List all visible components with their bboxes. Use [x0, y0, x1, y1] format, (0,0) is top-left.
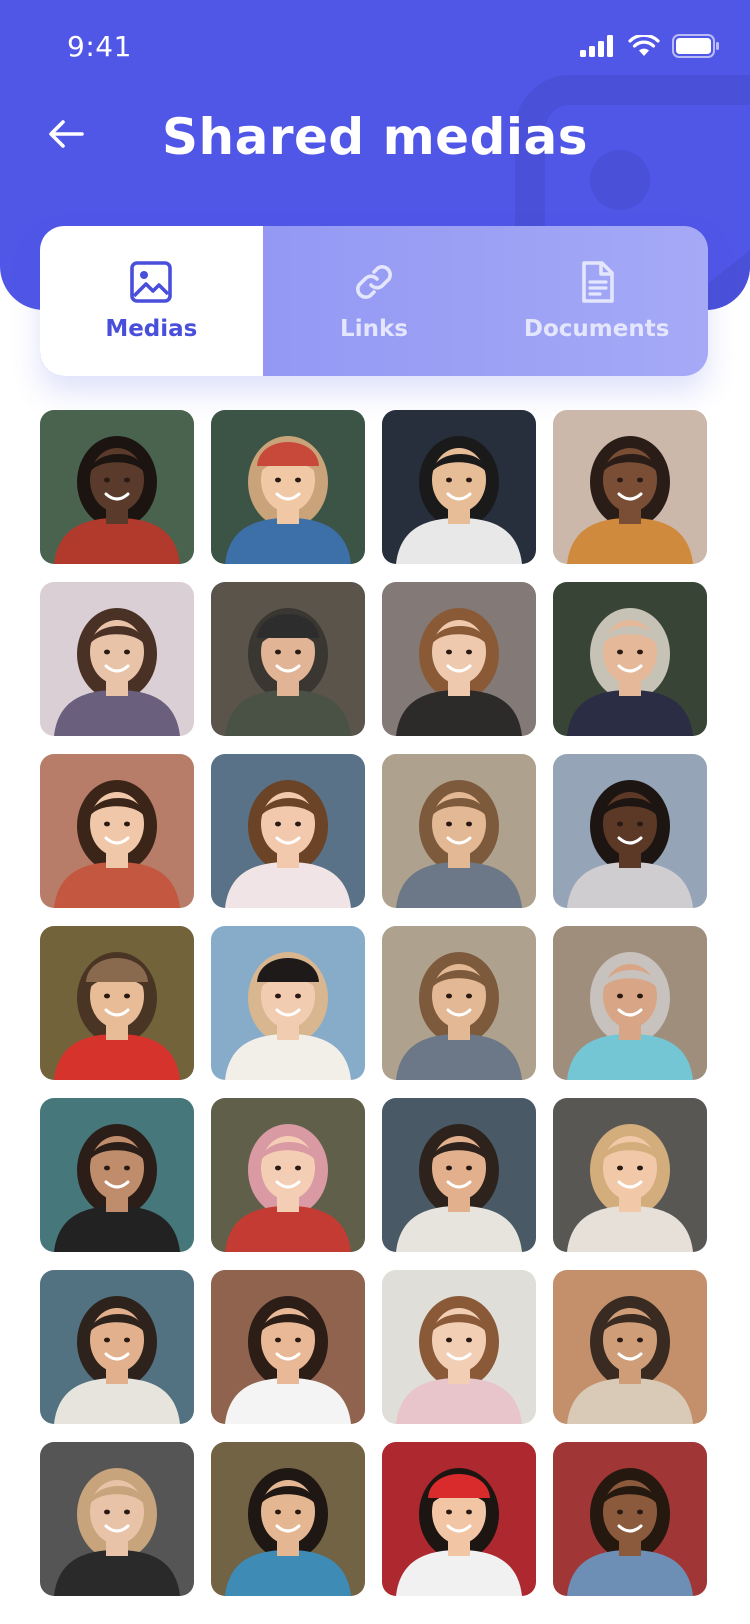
photo-image — [553, 1098, 707, 1252]
media-thumbnail[interactable] — [40, 1442, 194, 1596]
media-thumbnail[interactable] — [553, 1098, 707, 1252]
photo-image — [211, 754, 365, 908]
photo-image — [382, 926, 536, 1080]
photo-image — [40, 754, 194, 908]
shared-medias-screen: 9:41 Shared medias Medias Links Document… — [0, 0, 750, 1624]
photo-image — [40, 926, 194, 1080]
link-icon — [356, 265, 392, 299]
photo-image — [553, 1442, 707, 1596]
photo-image — [211, 1270, 365, 1424]
photo-image — [382, 1270, 536, 1424]
media-thumbnail[interactable] — [40, 410, 194, 564]
photo-image — [211, 926, 365, 1080]
photo-image — [382, 1442, 536, 1596]
tab-medias[interactable]: Medias — [40, 226, 263, 376]
page-title: Shared medias — [161, 108, 589, 166]
media-thumbnail[interactable] — [40, 926, 194, 1080]
media-thumbnail[interactable] — [553, 926, 707, 1080]
media-thumbnail[interactable] — [211, 1098, 365, 1252]
tab-links[interactable]: Links — [263, 226, 486, 376]
tab-documents[interactable]: Documents — [485, 226, 708, 376]
battery-icon — [672, 34, 719, 58]
photo-image — [40, 1442, 194, 1596]
media-thumbnail[interactable] — [211, 754, 365, 908]
media-thumbnail[interactable] — [553, 754, 707, 908]
media-thumbnail[interactable] — [382, 1270, 536, 1424]
photo-image — [211, 410, 365, 564]
photo-image — [211, 1098, 365, 1252]
media-thumbnail[interactable] — [40, 1098, 194, 1252]
tab-documents-label: Documents — [523, 316, 670, 342]
media-thumbnail[interactable] — [553, 1442, 707, 1596]
photo-image — [382, 754, 536, 908]
photo-image — [553, 410, 707, 564]
photo-image — [553, 926, 707, 1080]
photo-image — [40, 410, 194, 564]
media-thumbnail[interactable] — [382, 582, 536, 736]
media-thumbnail[interactable] — [211, 1442, 365, 1596]
photo-image — [382, 1098, 536, 1252]
photo-image — [382, 582, 536, 736]
image-icon — [130, 261, 173, 303]
media-thumbnail[interactable] — [553, 582, 707, 736]
media-thumbnail[interactable] — [40, 582, 194, 736]
status-icons — [580, 34, 720, 58]
media-thumbnail[interactable] — [211, 1270, 365, 1424]
media-thumbnail[interactable] — [40, 1270, 194, 1424]
media-thumbnail[interactable] — [211, 410, 365, 564]
media-thumbnail[interactable] — [382, 754, 536, 908]
photo-image — [40, 1270, 194, 1424]
media-thumbnail[interactable] — [553, 1270, 707, 1424]
media-grid — [40, 410, 707, 1596]
wifi-icon — [628, 35, 660, 56]
photo-image — [40, 582, 194, 736]
media-thumbnail[interactable] — [40, 754, 194, 908]
media-thumbnail[interactable] — [211, 582, 365, 736]
photo-image — [553, 754, 707, 908]
photo-image — [553, 1270, 707, 1424]
media-thumbnail[interactable] — [382, 410, 536, 564]
status-bar: 9:41 — [0, 0, 750, 96]
media-thumbnail[interactable] — [553, 410, 707, 564]
status-time: 9:41 — [67, 30, 132, 63]
photo-image — [211, 582, 365, 736]
photo-image — [211, 1442, 365, 1596]
tab-links-label: Links — [340, 316, 408, 342]
media-thumbnail[interactable] — [211, 926, 365, 1080]
tab-medias-label: Medias — [105, 316, 198, 342]
signal-icon — [580, 35, 613, 57]
photo-image — [382, 410, 536, 564]
media-thumbnail[interactable] — [382, 1098, 536, 1252]
media-thumbnail[interactable] — [382, 1442, 536, 1596]
photo-image — [553, 582, 707, 736]
document-icon — [581, 261, 614, 303]
media-thumbnail[interactable] — [382, 926, 536, 1080]
photo-image — [40, 1098, 194, 1252]
media-type-tabs: Medias Links Documents — [40, 226, 708, 376]
